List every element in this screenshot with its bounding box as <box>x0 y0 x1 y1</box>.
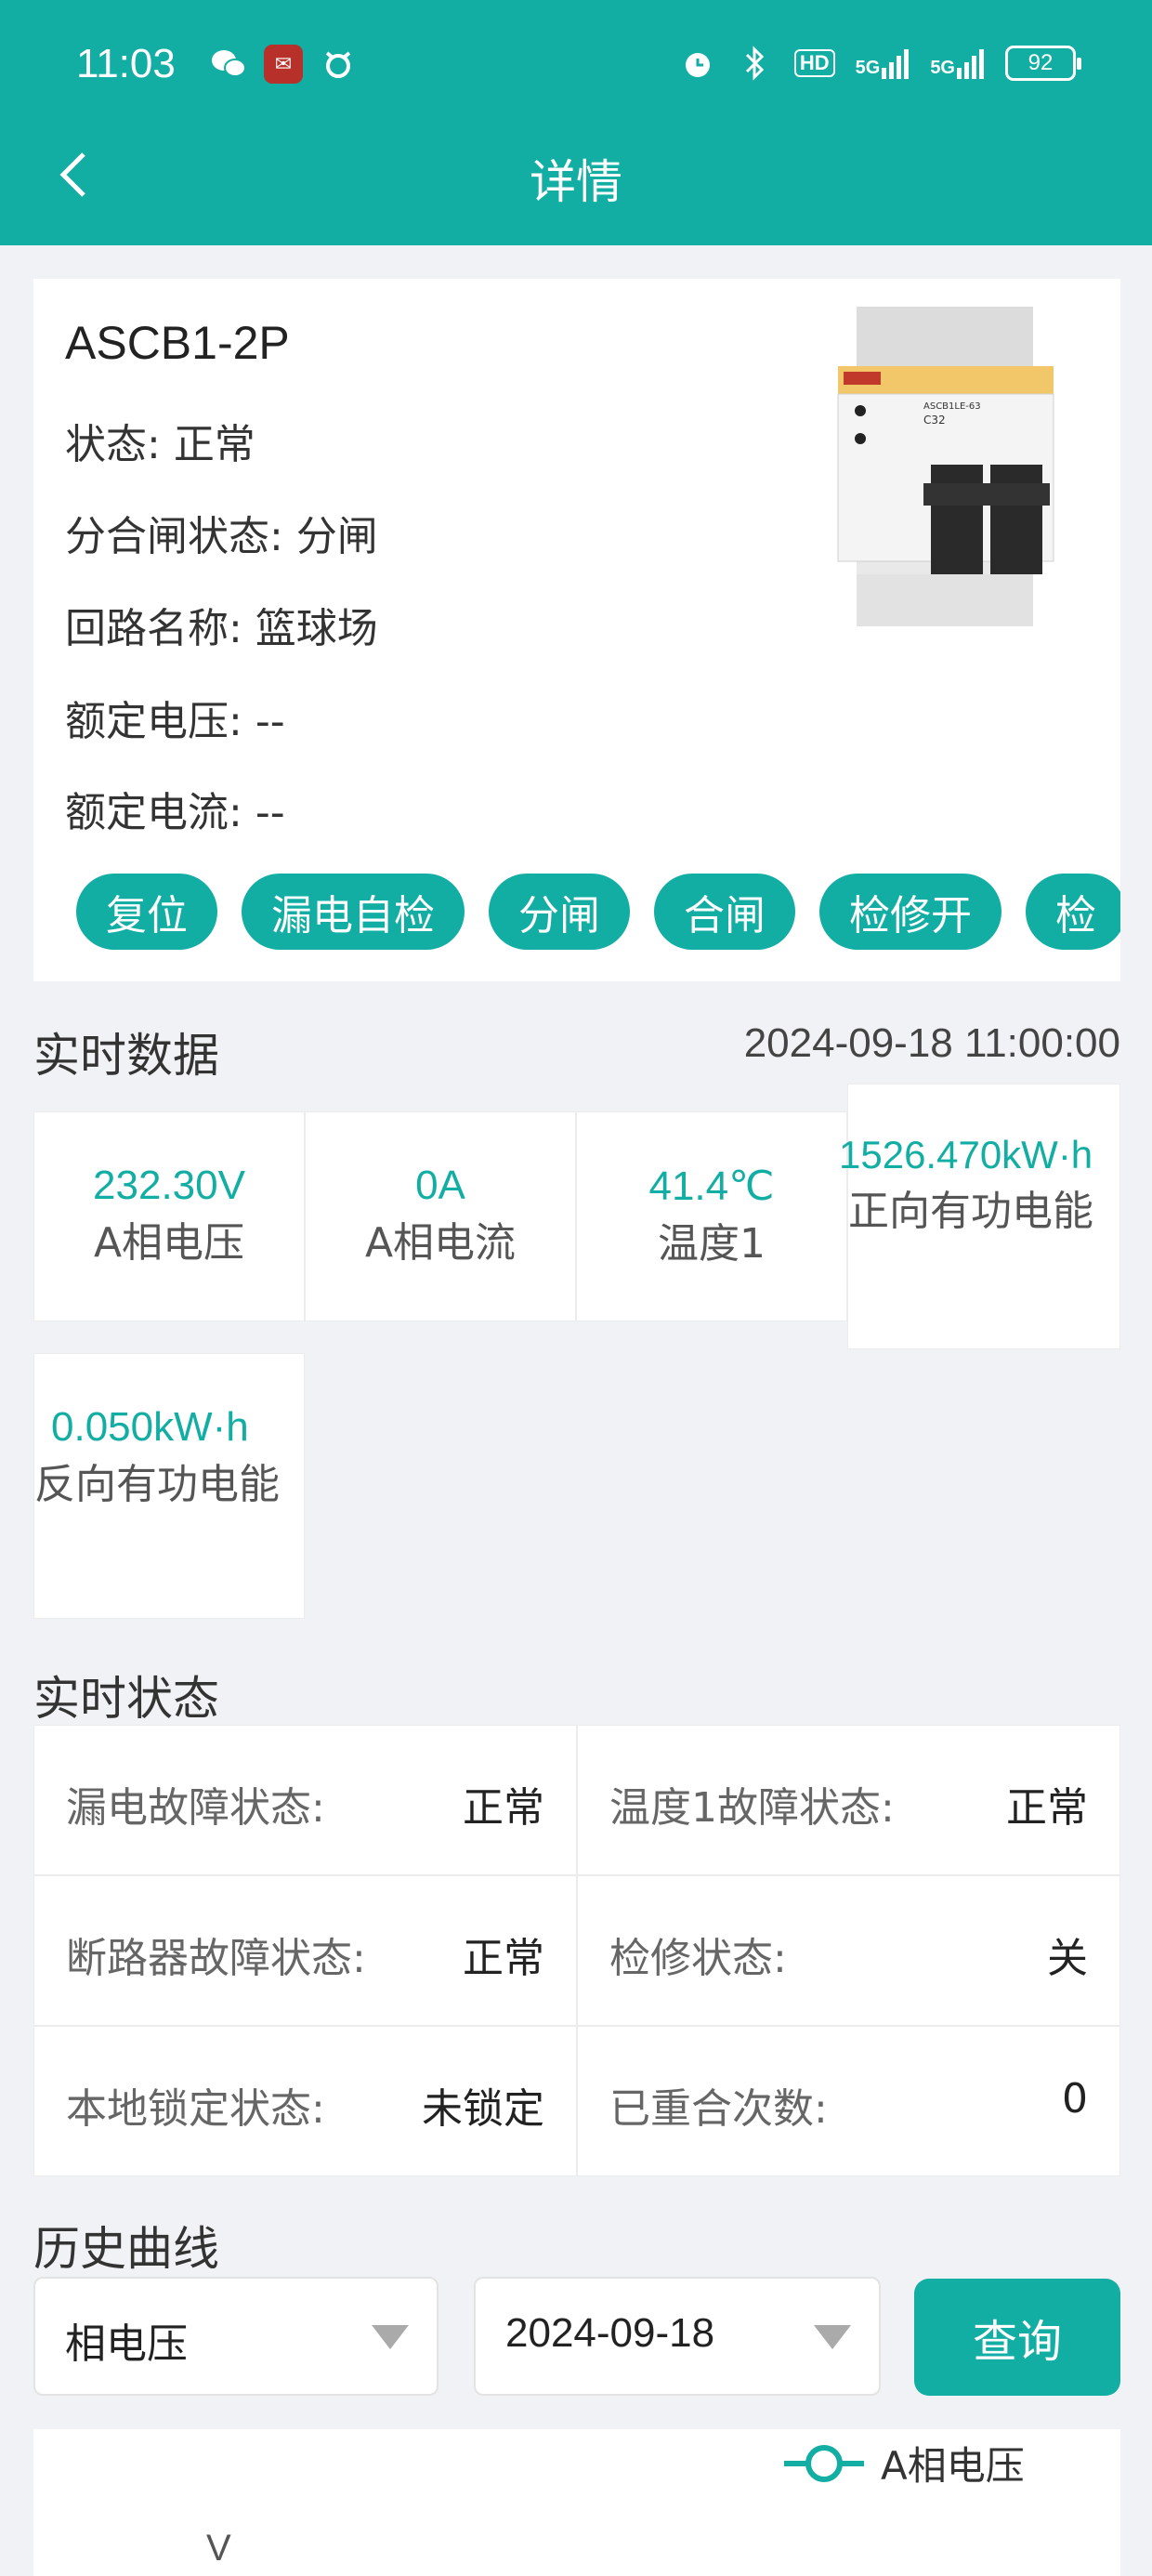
status-bar: 11:03 ✉ HD 5G 5G 92 <box>0 0 1152 139</box>
status-item: 已重合次数: 0 <box>577 2026 1120 2176</box>
legend-label: A相电压 <box>881 2443 1025 2489</box>
close-breaker-button[interactable]: 合闸 <box>654 874 795 950</box>
device-status: 状态: 正常 <box>65 421 255 468</box>
dropdown-caret-icon <box>814 2325 851 2349</box>
bluetooth-icon <box>737 45 774 82</box>
wechat-icon <box>210 46 247 83</box>
measure-type-select[interactable]: 相电压 <box>33 2277 439 2396</box>
open-breaker-button[interactable]: 分闸 <box>489 874 630 950</box>
alarm-app-icon <box>320 46 357 83</box>
metric-card: 41.4℃ 温度1 <box>576 1111 847 1321</box>
metric-value: 1526.470kW·h <box>839 1133 1093 1176</box>
status-item: 断路器故障状态: 正常 <box>33 1875 577 2026</box>
alarm-clock-icon <box>679 45 716 82</box>
status-value: 未锁定 <box>422 2085 544 2133</box>
status-label: 已重合次数: <box>609 2085 828 2133</box>
status-value: 正常 <box>1006 1784 1088 1832</box>
metric-value: 232.30V <box>93 1163 245 1208</box>
history-chart: A相电压 V <box>33 2429 1120 2576</box>
status-value: 0 <box>1062 2075 1088 2123</box>
action-buttons: 复位 漏电自检 分闸 合闸 检修开 检 <box>76 874 1120 950</box>
metric-label: A相电流 <box>364 1219 517 1267</box>
status-label: 漏电故障状态: <box>66 1784 325 1832</box>
page-title: 详情 <box>530 155 622 209</box>
metric-card: 0.050kW·h 反向有功电能 <box>33 1353 305 1619</box>
history-section-title: 历史曲线 <box>33 2222 219 2276</box>
metric-value: 0.050kW·h <box>51 1404 249 1450</box>
hd-icon: HD <box>793 49 835 77</box>
realtime-timestamp: 2024-09-18 11:00:00 <box>743 1020 1120 1066</box>
metric-label: A相电压 <box>93 1219 245 1267</box>
svg-text:C32: C32 <box>923 414 946 427</box>
status-value: 正常 <box>463 1935 544 1982</box>
status-label: 断路器故障状态: <box>66 1935 366 1982</box>
status-item: 温度1故障状态: 正常 <box>577 1725 1120 1875</box>
metric-card: 232.30V A相电压 <box>33 1111 305 1321</box>
date-select[interactable]: 2024-09-18 <box>474 2277 881 2396</box>
select-value: 相电压 <box>65 2321 188 2367</box>
system-icons: HD 5G 5G 92 <box>679 45 1081 82</box>
status-item: 检修状态: 关 <box>577 1875 1120 2026</box>
query-button[interactable]: 查询 <box>914 2279 1120 2396</box>
more-action-button[interactable]: 检 <box>1026 874 1120 950</box>
signal-icon-2: 5G <box>930 47 985 79</box>
metric-label: 正向有功电能 <box>848 1188 1093 1235</box>
switch-state: 分合闸状态: 分闸 <box>65 513 378 560</box>
signal-icon: 5G <box>856 47 910 79</box>
metric-value: 0A <box>415 1163 465 1208</box>
reset-button[interactable]: 复位 <box>76 874 217 950</box>
app-header: 11:03 ✉ HD 5G 5G 92 详情 <box>0 0 1152 245</box>
metric-card: 0A A相电流 <box>305 1111 576 1321</box>
status-label: 检修状态: <box>609 1935 787 1982</box>
rated-current: 额定电流: -- <box>65 789 285 836</box>
maintenance-on-button[interactable]: 检修开 <box>819 874 1001 950</box>
realtime-section-title: 实时数据 <box>33 1029 219 1083</box>
metric-label: 温度1 <box>658 1220 766 1268</box>
rated-voltage: 额定电压: -- <box>65 698 285 745</box>
status-label: 本地锁定状态: <box>66 2085 325 2133</box>
status-value: 关 <box>1047 1935 1088 1982</box>
status-value: 正常 <box>463 1784 544 1832</box>
status-grid: 漏电故障状态: 正常 温度1故障状态: 正常 断路器故障状态: 正常 检修状态:… <box>33 1725 1120 2176</box>
svg-text:ASCB1LE-63: ASCB1LE-63 <box>923 401 981 412</box>
device-model: ASCB1-2P <box>65 317 290 369</box>
status-label: 温度1故障状态: <box>609 1784 895 1832</box>
leakage-selftest-button[interactable]: 漏电自检 <box>242 874 465 950</box>
y-axis-unit: V <box>206 2528 231 2569</box>
select-value: 2024-09-18 <box>505 2310 715 2356</box>
battery-icon: 92 <box>1005 46 1081 81</box>
status-time: 11:03 <box>76 41 176 86</box>
status-item: 本地锁定状态: 未锁定 <box>33 2026 577 2176</box>
circuit-name: 回路名称: 篮球场 <box>65 605 378 652</box>
app-notification-icon: ✉ <box>264 45 303 84</box>
chart-legend[interactable]: A相电压 <box>784 2435 1025 2491</box>
dropdown-caret-icon <box>372 2325 409 2349</box>
metric-card: 1526.470kW·h 正向有功电能 <box>839 1084 1120 1349</box>
breaker-image: ASCB1LE-63 C32 <box>801 307 1083 626</box>
legend-line-icon <box>784 2444 864 2482</box>
metric-value: 41.4℃ <box>648 1163 775 1209</box>
notification-icons: ✉ <box>210 45 357 84</box>
device-info-card: ASCB1-2P 状态: 正常 分合闸状态: 分闸 回路名称: 篮球场 额定电压… <box>33 279 1120 981</box>
status-item: 漏电故障状态: 正常 <box>33 1725 577 1875</box>
status-section-title: 实时状态 <box>33 1672 219 1726</box>
metric-label: 反向有功电能 <box>34 1461 280 1508</box>
